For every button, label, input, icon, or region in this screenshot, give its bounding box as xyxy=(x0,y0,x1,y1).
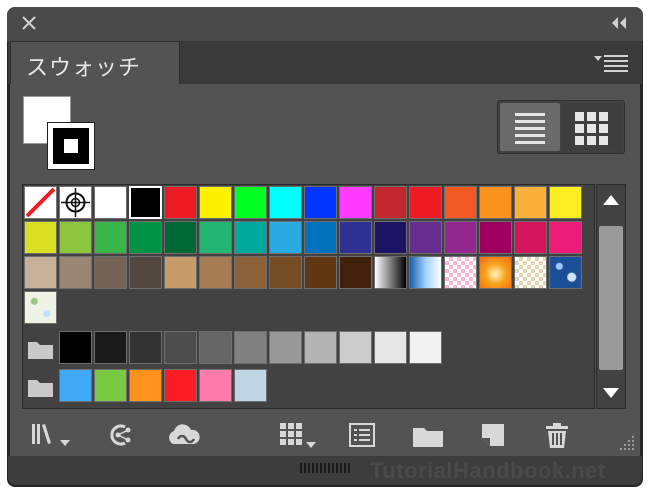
swatch[interactable] xyxy=(234,221,267,254)
swatch[interactable] xyxy=(374,256,407,289)
swatch[interactable] xyxy=(129,256,162,289)
watermark: TutorialHandbook.net xyxy=(370,458,606,483)
list-view-button[interactable] xyxy=(500,103,560,151)
swatch[interactable] xyxy=(304,331,337,364)
new-color-group-icon[interactable] xyxy=(411,420,445,450)
swatch[interactable] xyxy=(234,369,267,402)
swatch[interactable] xyxy=(129,221,162,254)
swatch[interactable] xyxy=(94,186,127,219)
swatch[interactable] xyxy=(164,331,197,364)
new-swatch-icon[interactable] xyxy=(478,420,508,450)
swatch[interactable] xyxy=(514,186,547,219)
swatch[interactable] xyxy=(444,221,477,254)
scroll-up-arrow-icon[interactable] xyxy=(601,193,621,207)
swatch[interactable] xyxy=(409,331,442,364)
swatch[interactable] xyxy=(374,331,407,364)
swatch[interactable] xyxy=(59,221,92,254)
swatch[interactable] xyxy=(514,256,547,289)
swatch[interactable] xyxy=(234,186,267,219)
swatch[interactable] xyxy=(94,331,127,364)
stroke-hole xyxy=(62,137,80,155)
swatch[interactable] xyxy=(304,221,337,254)
swatch[interactable] xyxy=(59,256,92,289)
swatch[interactable] xyxy=(479,256,512,289)
view-toggle xyxy=(497,100,625,154)
swatch-options-icon[interactable] xyxy=(347,420,377,450)
stroke-ring xyxy=(53,128,89,164)
tab-swatches-label: スウォッチ xyxy=(26,56,142,81)
swatch[interactable] xyxy=(409,256,442,289)
swatch[interactable] xyxy=(339,256,372,289)
panel-title-bar[interactable] xyxy=(7,7,643,41)
double-chevron-left-icon[interactable] xyxy=(610,17,630,29)
show-kinds-menu-icon[interactable] xyxy=(278,420,322,450)
swatch[interactable] xyxy=(24,221,57,254)
close-icon[interactable] xyxy=(20,14,38,32)
swatch[interactable] xyxy=(59,369,92,402)
swatch[interactable] xyxy=(129,186,162,219)
swatch[interactable] xyxy=(339,221,372,254)
delete-swatch-icon[interactable] xyxy=(542,420,572,450)
swatch[interactable] xyxy=(129,331,162,364)
swatch[interactable] xyxy=(24,256,57,289)
panel-menu-icon[interactable] xyxy=(594,52,630,72)
none-swatch[interactable] xyxy=(24,186,57,219)
thumbnail-view-icon xyxy=(575,112,608,145)
swatch[interactable] xyxy=(339,331,372,364)
swatch[interactable] xyxy=(514,221,547,254)
swatch[interactable] xyxy=(269,256,302,289)
scroll-down-arrow-icon[interactable] xyxy=(601,386,621,400)
swatch[interactable] xyxy=(24,291,57,324)
swatch[interactable] xyxy=(164,256,197,289)
swatch[interactable] xyxy=(199,256,232,289)
swatch[interactable] xyxy=(94,256,127,289)
show-swatch-kinds-icon[interactable] xyxy=(105,420,135,450)
swatch[interactable] xyxy=(269,331,302,364)
swatch[interactable] xyxy=(129,369,162,402)
swatch[interactable] xyxy=(444,256,477,289)
swatch[interactable] xyxy=(164,221,197,254)
swatch[interactable] xyxy=(549,256,582,289)
swatch[interactable] xyxy=(199,221,232,254)
swatch[interactable] xyxy=(374,186,407,219)
swatch[interactable] xyxy=(304,186,337,219)
resize-grip-icon[interactable] xyxy=(614,430,636,452)
swatch[interactable] xyxy=(444,186,477,219)
thumbnail-view-button[interactable] xyxy=(562,103,622,151)
cc-library-icon[interactable] xyxy=(164,420,204,450)
swatch[interactable] xyxy=(479,221,512,254)
registration-swatch[interactable] xyxy=(59,186,92,219)
swatch[interactable] xyxy=(374,221,407,254)
swatch[interactable] xyxy=(479,186,512,219)
swatch[interactable] xyxy=(164,186,197,219)
swatch[interactable] xyxy=(269,221,302,254)
swatch[interactable] xyxy=(199,186,232,219)
swatch[interactable] xyxy=(269,186,302,219)
color-group-folder-icon[interactable] xyxy=(24,331,57,364)
swatch[interactable] xyxy=(549,221,582,254)
swatch[interactable] xyxy=(549,186,582,219)
stroke-swatch[interactable] xyxy=(47,122,95,170)
color-group-folder-icon[interactable] xyxy=(24,369,57,402)
swatch[interactable] xyxy=(339,186,372,219)
swatch[interactable] xyxy=(94,369,127,402)
swatch[interactable] xyxy=(94,221,127,254)
dock-grip-icon[interactable] xyxy=(300,463,350,473)
swatch[interactable] xyxy=(234,256,267,289)
swatch[interactable] xyxy=(304,256,337,289)
scrollbar-thumb[interactable] xyxy=(599,226,623,370)
swatch[interactable] xyxy=(199,331,232,364)
swatch[interactable] xyxy=(409,186,442,219)
swatch[interactable] xyxy=(59,331,92,364)
swatch[interactable] xyxy=(164,369,197,402)
swatch[interactable] xyxy=(199,369,232,402)
swatch[interactable] xyxy=(234,331,267,364)
tab-swatches[interactable]: スウォッチ xyxy=(10,41,180,84)
swatch[interactable] xyxy=(409,221,442,254)
swatch-libraries-menu-icon[interactable] xyxy=(30,420,76,450)
list-view-icon xyxy=(515,113,545,144)
